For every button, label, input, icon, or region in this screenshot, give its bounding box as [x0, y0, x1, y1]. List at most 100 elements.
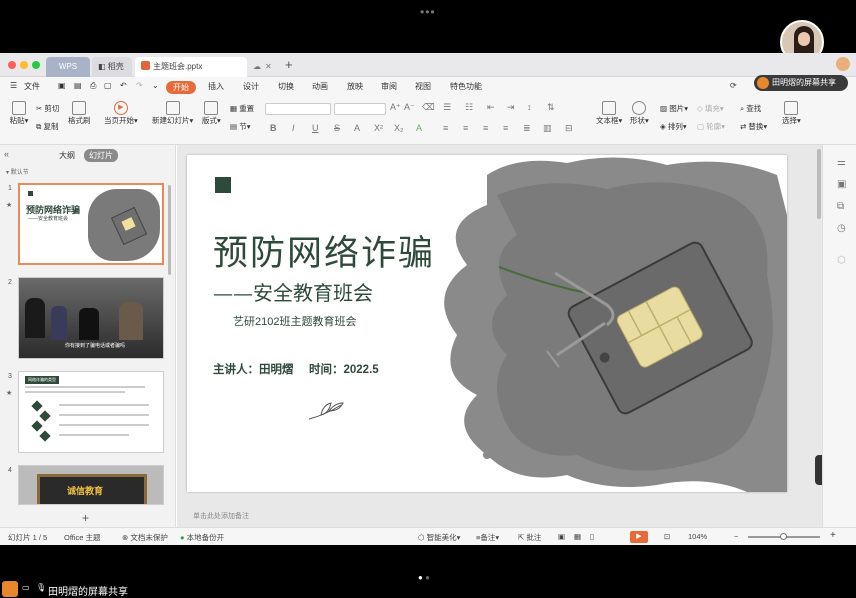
export-icon[interactable]: ▤	[74, 81, 82, 90]
superscript-icon[interactable]: X²	[374, 123, 383, 133]
slide-time[interactable]: 时间：2022.5	[309, 361, 379, 377]
clear-format-icon[interactable]: ⌫	[422, 102, 435, 113]
slide-subtitle[interactable]: ——安全教育班会	[213, 277, 373, 306]
zoom-out-icon[interactable]: −	[734, 532, 738, 541]
columns-icon[interactable]: ▥	[543, 123, 552, 134]
normal-view-icon[interactable]: ▣	[558, 532, 565, 541]
slide-title[interactable]: 预防网络诈骗	[213, 225, 435, 276]
comments-button[interactable]: ⇱ 批注	[518, 532, 541, 543]
sync-icon[interactable]: ⟳	[730, 81, 737, 90]
slide-thumbnail-3[interactable]: 网络诈骗的类型	[18, 371, 164, 453]
underline-icon[interactable]: U	[312, 123, 319, 133]
close-tab-icon[interactable]: ✕	[265, 57, 272, 77]
line-spacing-icon[interactable]: ↕	[527, 102, 532, 112]
preview-icon[interactable]: ▢	[104, 81, 112, 90]
user-avatar-small[interactable]	[836, 57, 850, 71]
backup-status[interactable]: ● 本地备份开	[180, 532, 224, 543]
page-dots[interactable]: ● ●	[418, 573, 430, 582]
hamburger-icon[interactable]: ☰	[10, 81, 17, 90]
notes-button[interactable]: ≡备注▾	[476, 532, 499, 543]
fill-button[interactable]: ◇ 填充▾	[697, 103, 724, 114]
text-direction-icon[interactable]: ⇅	[547, 102, 555, 113]
copy-button[interactable]: ⧉ 复制	[36, 121, 58, 132]
layout-button[interactable]: 版式▾	[202, 101, 221, 126]
align-left-icon[interactable]: ≡	[443, 123, 448, 133]
distribute-icon[interactable]: ≣	[523, 123, 531, 134]
align-text-icon[interactable]: ⊟	[565, 123, 573, 134]
zoom-slider[interactable]	[748, 533, 820, 540]
textbox-button[interactable]: 文本框▾	[596, 101, 622, 126]
text-shadow-icon[interactable]: A	[354, 123, 360, 133]
minimize-window-button[interactable]	[20, 61, 28, 69]
slide-class-line[interactable]: 艺研2102班主题教育班会	[233, 313, 356, 329]
transition-pane-icon[interactable]: ⧉	[837, 201, 844, 212]
tab-slides[interactable]: 幻灯片	[84, 149, 118, 162]
doc-protect-status[interactable]: ⊗ 文档未保护	[122, 532, 168, 543]
sorter-view-icon[interactable]: ▦	[574, 532, 581, 541]
menu-features[interactable]: 特色功能	[450, 81, 482, 92]
numbered-list-icon[interactable]: ☷	[465, 102, 473, 113]
theme-name[interactable]: Office 主题	[64, 532, 101, 543]
font-name-select[interactable]	[265, 103, 331, 115]
zoom-value[interactable]: 104%	[688, 532, 707, 541]
slide-thumbnail-4[interactable]: 诚信教育	[18, 465, 164, 505]
menu-view[interactable]: 视图	[415, 81, 431, 92]
properties-icon[interactable]: ⚌	[837, 157, 846, 168]
redo-icon[interactable]: ↷	[136, 81, 143, 90]
editor-scrollbar[interactable]	[817, 149, 821, 219]
add-slide-icon[interactable]: +	[82, 511, 89, 525]
zoom-slider-thumb[interactable]	[780, 533, 787, 540]
justify-icon[interactable]: ≡	[503, 123, 508, 133]
slide-presenter[interactable]: 主讲人：田明熠	[213, 361, 294, 377]
zoom-in-icon[interactable]: +	[830, 530, 836, 541]
fit-icon[interactable]: ⊡	[664, 532, 670, 541]
history-icon[interactable]: ◷	[837, 223, 846, 234]
section-header[interactable]: ▾ 默认节	[6, 167, 29, 176]
indent-decrease-icon[interactable]: ⇤	[487, 102, 495, 113]
more-dots-icon[interactable]: •••	[420, 5, 436, 19]
menu-transition[interactable]: 切换	[278, 81, 294, 92]
screen-share-badge[interactable]: 田明熠的屏幕共享	[754, 75, 848, 91]
strikethrough-icon[interactable]: S	[334, 123, 340, 133]
format-painter-button[interactable]: 格式刷	[68, 101, 91, 126]
menu-design[interactable]: 设计	[243, 81, 259, 92]
menu-review[interactable]: 审阅	[381, 81, 397, 92]
select-button[interactable]: 选择▾	[782, 101, 801, 126]
print-icon[interactable]: ⎙	[90, 81, 96, 91]
reset-button[interactable]: ▦ 重置	[230, 103, 254, 114]
bullet-list-icon[interactable]: ☰	[443, 102, 451, 113]
slide-thumbnail-2[interactable]: 你有接到了骗电话或者骗吗	[18, 277, 164, 359]
slide-editor[interactable]: 预防网络诈骗 ——安全教育班会 艺研2102班主题教育班会 主讲人：田明熠 时间…	[177, 145, 845, 527]
tab-wps[interactable]: WPS	[46, 57, 90, 77]
shape-button[interactable]: 形状▾	[630, 101, 649, 126]
animation-pane-icon[interactable]: ▣	[837, 179, 846, 190]
replace-button[interactable]: ⇄ 替换▾	[740, 121, 767, 132]
subscript-icon[interactable]: X₂	[394, 123, 404, 133]
notes-placeholder[interactable]: 单击此处添加备注	[193, 511, 249, 521]
menu-start[interactable]: 开始	[166, 81, 196, 94]
tab-daoke[interactable]: ◧ 稻壳	[92, 57, 132, 77]
cut-button[interactable]: ✂ 剪切	[36, 103, 59, 114]
slide-canvas[interactable]: 预防网络诈骗 ——安全教育班会 艺研2102班主题教育班会 主讲人：田明熠 时间…	[187, 155, 787, 492]
picture-button[interactable]: ▨ 图片▾	[660, 103, 688, 114]
menu-file[interactable]: 文件	[24, 81, 40, 92]
more-quick-icon[interactable]: ⌄	[152, 81, 159, 90]
font-size-select[interactable]	[334, 103, 386, 115]
menu-insert[interactable]: 插入	[208, 81, 224, 92]
arrange-button[interactable]: ◈ 排列▾	[660, 121, 687, 132]
tab-file[interactable]: 主题班会.pptx ☁ ✕	[135, 57, 272, 77]
outline-button[interactable]: ▢ 轮廓▾	[697, 121, 725, 132]
italic-icon[interactable]: I	[292, 123, 295, 133]
play-slideshow-button[interactable]: ▶	[630, 531, 648, 543]
menu-slideshow[interactable]: 放映	[347, 81, 363, 92]
undo-icon[interactable]: ↶	[120, 81, 127, 90]
reading-view-icon[interactable]: ▯	[590, 532, 594, 541]
panel-scrollbar[interactable]	[168, 185, 171, 275]
maximize-window-button[interactable]	[32, 61, 40, 69]
new-slide-button[interactable]: 新建幻灯片▾	[152, 101, 193, 126]
align-right-icon[interactable]: ≡	[483, 123, 488, 133]
find-button[interactable]: ⌕ 查找	[740, 103, 761, 114]
menu-animation[interactable]: 动画	[312, 81, 328, 92]
font-color-icon[interactable]: A	[416, 123, 422, 133]
indent-increase-icon[interactable]: ⇥	[507, 102, 515, 113]
